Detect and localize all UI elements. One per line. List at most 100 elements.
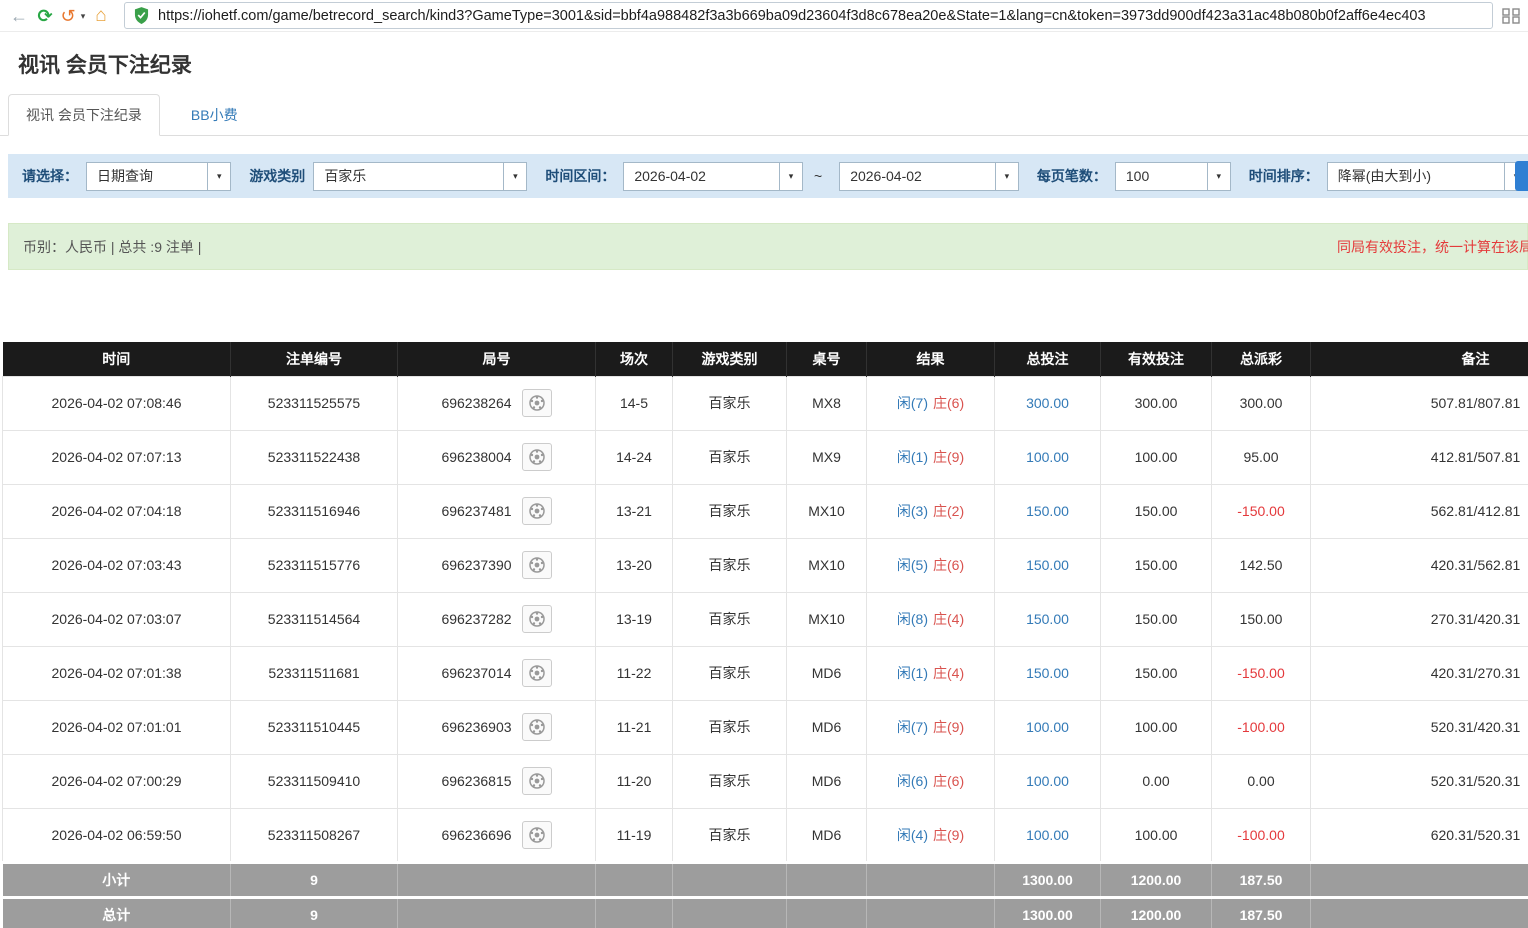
cell-time: 2026-04-02 07:01:38 [3, 646, 231, 700]
cell-session: 13-19 [596, 592, 673, 646]
tab-bb-tips[interactable]: BB小费 [174, 95, 255, 135]
column-header-0: 时间 [3, 342, 231, 376]
search-button[interactable] [1515, 161, 1528, 191]
round-number: 696237282 [441, 611, 511, 627]
cell-round: 696237282 [398, 592, 596, 646]
cell-remark: 520.31/520.31 [1311, 754, 1528, 808]
cell-remark: 520.31/420.31 [1311, 700, 1528, 754]
cell-valid-bet: 0.00 [1101, 754, 1212, 808]
footer-cell-8: 1200.00 [1101, 897, 1212, 928]
result-player: 闲(3) [897, 503, 928, 519]
per-page-label: 每页笔数： [1037, 166, 1107, 186]
url-text: https://iohetf.com/game/betrecord_search… [158, 8, 1426, 24]
time-range-label: 时间区间： [545, 166, 615, 186]
game-type-label: 游戏类别 [249, 166, 305, 186]
cell-total-bet[interactable]: 150.00 [995, 592, 1101, 646]
query-type-label: 请选择： [22, 166, 78, 186]
sort-order-select[interactable]: 降幂(由大到小) ▾ [1327, 162, 1528, 191]
cell-remark: 420.31/270.31 [1311, 646, 1528, 700]
cell-total-bet[interactable]: 150.00 [995, 538, 1101, 592]
footer-cell-5 [787, 862, 867, 897]
cell-remark: 412.81/507.81 [1311, 430, 1528, 484]
cell-round: 696236903 [398, 700, 596, 754]
cell-round: 696237390 [398, 538, 596, 592]
column-header-6: 结果 [867, 342, 995, 376]
cell-payout: -150.00 [1212, 646, 1311, 700]
game-type-value: 百家乐 [314, 166, 503, 186]
video-replay-icon[interactable] [522, 443, 552, 471]
video-replay-icon[interactable] [522, 497, 552, 525]
cell-result: 闲(8)庄(4) [867, 592, 995, 646]
video-replay-icon[interactable] [522, 605, 552, 633]
column-header-7: 总投注 [995, 342, 1101, 376]
date-to-select[interactable]: 2026-04-02 ▾ [839, 162, 1019, 191]
cell-round: 696237481 [398, 484, 596, 538]
result-banker: 庄(9) [933, 827, 964, 843]
sort-order-value: 降幂(由大到小) [1328, 166, 1504, 186]
cell-total-bet[interactable]: 300.00 [995, 376, 1101, 430]
home-icon[interactable]: ⌂ [88, 3, 114, 29]
cell-game-type: 百家乐 [673, 484, 787, 538]
cell-total-bet[interactable]: 100.00 [995, 430, 1101, 484]
round-number: 696238264 [441, 395, 511, 411]
column-header-2: 局号 [398, 342, 596, 376]
cell-total-bet[interactable]: 150.00 [995, 646, 1101, 700]
date-from-value: 2026-04-02 [624, 168, 779, 184]
cell-session: 13-20 [596, 538, 673, 592]
result-banker: 庄(6) [933, 557, 964, 573]
table-footer-row: 小计91300.001200.00187.50 [3, 862, 1528, 897]
cell-total-bet[interactable]: 100.00 [995, 700, 1101, 754]
cell-table-no: MX10 [787, 592, 867, 646]
table-row: 2026-04-02 07:03:43523311515776696237390… [3, 538, 1528, 592]
cell-remark: 507.81/807.81 [1311, 376, 1528, 430]
column-header-9: 总派彩 [1212, 342, 1311, 376]
video-replay-icon[interactable] [522, 821, 552, 849]
footer-cell-7: 1300.00 [995, 862, 1101, 897]
round-number: 696237481 [441, 503, 511, 519]
video-replay-icon[interactable] [522, 713, 552, 741]
cell-payout: -100.00 [1212, 808, 1311, 862]
app-grid-icon[interactable] [1502, 8, 1520, 24]
cell-total-bet[interactable]: 150.00 [995, 484, 1101, 538]
video-replay-icon[interactable] [522, 389, 552, 417]
undo-icon[interactable]: ↺ [58, 3, 78, 29]
video-replay-icon[interactable] [522, 659, 552, 687]
date-from-select[interactable]: 2026-04-02 ▾ [623, 162, 803, 191]
cell-result: 闲(7)庄(6) [867, 376, 995, 430]
game-type-select[interactable]: 百家乐 ▾ [313, 162, 527, 191]
cell-session: 11-20 [596, 754, 673, 808]
column-header-3: 场次 [596, 342, 673, 376]
result-player: 闲(1) [897, 665, 928, 681]
cell-valid-bet: 100.00 [1101, 808, 1212, 862]
address-bar[interactable]: https://iohetf.com/game/betrecord_search… [124, 2, 1493, 29]
summary-bar: 币别：人民币 | 总共 :9 注单 | 同局有效投注，统一计算在该局 [8, 223, 1528, 270]
table-row: 2026-04-02 07:01:01523311510445696236903… [3, 700, 1528, 754]
per-page-value: 100 [1116, 168, 1207, 184]
chevron-down-icon: ▾ [1207, 163, 1230, 190]
undo-dropdown-caret-icon[interactable]: ▾ [78, 3, 88, 29]
cell-table-no: MX10 [787, 484, 867, 538]
table-row: 2026-04-02 07:03:07523311514564696237282… [3, 592, 1528, 646]
cell-total-bet[interactable]: 100.00 [995, 754, 1101, 808]
footer-cell-4 [673, 862, 787, 897]
table-row: 2026-04-02 06:59:50523311508267696236696… [3, 808, 1528, 862]
query-type-select[interactable]: 日期查询 ▾ [86, 162, 231, 191]
footer-cell-0: 小计 [3, 862, 231, 897]
video-replay-icon[interactable] [522, 767, 552, 795]
video-replay-icon[interactable] [522, 551, 552, 579]
cell-time: 2026-04-02 07:07:13 [3, 430, 231, 484]
chevron-down-icon: ▾ [207, 163, 230, 190]
cell-payout: 300.00 [1212, 376, 1311, 430]
cell-time: 2026-04-02 07:00:29 [3, 754, 231, 808]
footer-cell-6 [867, 862, 995, 897]
cell-total-bet[interactable]: 100.00 [995, 808, 1101, 862]
refresh-icon[interactable]: ⟳ [32, 3, 58, 29]
per-page-select[interactable]: 100 ▾ [1115, 162, 1231, 191]
back-icon[interactable]: ← [6, 3, 32, 29]
table-row: 2026-04-02 07:04:18523311516946696237481… [3, 484, 1528, 538]
footer-cell-7: 1300.00 [995, 897, 1101, 928]
tab-bet-records[interactable]: 视讯 会员下注纪录 [8, 94, 160, 136]
column-header-1: 注单编号 [231, 342, 398, 376]
footer-cell-9: 187.50 [1212, 862, 1311, 897]
cell-result: 闲(4)庄(9) [867, 808, 995, 862]
